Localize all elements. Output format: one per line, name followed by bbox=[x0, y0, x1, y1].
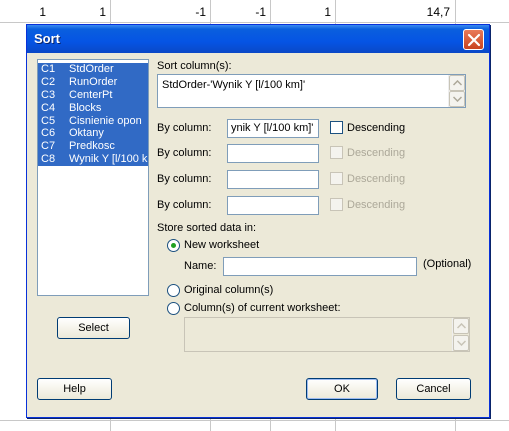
column-number: C6 bbox=[41, 127, 56, 140]
column-name: Oktany bbox=[69, 127, 104, 140]
column-list-item[interactable]: C1 StdOrder bbox=[38, 63, 148, 76]
new-worksheet-radio[interactable] bbox=[167, 239, 180, 252]
by-column-field-2[interactable] bbox=[227, 144, 319, 163]
radio-selected-dot bbox=[171, 243, 176, 248]
column-number: C4 bbox=[41, 101, 56, 114]
optional-label: (Optional) bbox=[423, 258, 472, 270]
column-name: RunOrder bbox=[69, 75, 118, 88]
column-number: C3 bbox=[41, 88, 56, 101]
by-column-label: By column: bbox=[157, 199, 212, 211]
cancel-button[interactable]: Cancel bbox=[396, 378, 471, 400]
descending-checkbox-4[interactable] bbox=[330, 198, 343, 211]
name-label: Name: bbox=[184, 260, 217, 272]
by-column-field-3[interactable] bbox=[227, 170, 319, 189]
descending-checkbox-3[interactable] bbox=[330, 172, 343, 185]
column-listbox[interactable]: C1 StdOrder C2 RunOrder C3 CenterPt C4 Block… bbox=[37, 59, 149, 296]
column-number: C5 bbox=[41, 114, 56, 127]
close-icon bbox=[467, 33, 481, 47]
column-list-item[interactable]: C2 RunOrder bbox=[38, 75, 148, 89]
current-worksheet-scrollbar[interactable] bbox=[452, 318, 469, 351]
grid-line bbox=[0, 420, 509, 421]
by-column-field-1[interactable]: ynik Y [l/100 km]' bbox=[227, 119, 319, 138]
sort-columns-label: Sort column(s): bbox=[157, 60, 232, 72]
by-column-label: By column: bbox=[157, 122, 212, 134]
close-button[interactable] bbox=[463, 29, 484, 50]
descending-checkbox-2[interactable] bbox=[330, 146, 343, 159]
grid-line bbox=[0, 22, 509, 23]
original-columns-label: Original column(s) bbox=[184, 284, 274, 296]
column-list-item[interactable]: C4 Blocks bbox=[38, 101, 148, 115]
current-worksheet-label: Column(s) of current worksheet: bbox=[184, 302, 341, 314]
sheet-cell[interactable]: 1 bbox=[60, 5, 106, 21]
sort-columns-field[interactable]: StdOrder-'Wynik Y [l/100 km]' bbox=[157, 74, 466, 108]
scroll-down-button[interactable] bbox=[449, 91, 465, 107]
scroll-down-button[interactable] bbox=[453, 335, 469, 351]
worksheet-name-field[interactable] bbox=[223, 257, 417, 276]
sort-dialog: Sort C1 StdOrder C2 RunOrder C3 CenterPt C4… bbox=[26, 24, 490, 418]
column-name: Wynik Y [l/100 km] bbox=[69, 153, 148, 166]
descending-checkbox-1[interactable] bbox=[330, 121, 343, 134]
descending-label-3: Descending bbox=[347, 173, 406, 185]
sheet-cell[interactable]: -1 bbox=[160, 5, 206, 21]
column-list-item[interactable]: C8 Wynik Y [l/100 km] bbox=[38, 153, 148, 167]
scroll-up-button[interactable] bbox=[453, 318, 469, 334]
column-list-item[interactable]: C3 CenterPt bbox=[38, 88, 148, 102]
dialog-title: Sort bbox=[34, 31, 60, 46]
original-columns-radio[interactable] bbox=[167, 284, 180, 297]
dialog-title-bar[interactable]: Sort bbox=[27, 25, 489, 53]
column-name: Blocks bbox=[69, 101, 102, 114]
sheet-cell[interactable]: 14,7 bbox=[400, 5, 450, 21]
column-name: Predkosc bbox=[69, 140, 115, 153]
column-list-item[interactable]: C5 Cisnienie opon bbox=[38, 114, 148, 128]
column-name: StdOrder bbox=[69, 63, 114, 75]
sheet-cell[interactable]: -1 bbox=[220, 5, 266, 21]
ok-button[interactable]: OK bbox=[306, 378, 378, 400]
current-worksheet-radio[interactable] bbox=[167, 302, 180, 315]
arrow-down-icon bbox=[453, 96, 462, 102]
column-number: C7 bbox=[41, 140, 56, 153]
descending-label-4: Descending bbox=[347, 199, 406, 211]
column-number: C8 bbox=[41, 153, 56, 166]
new-worksheet-label: New worksheet bbox=[184, 239, 260, 251]
column-name: CenterPt bbox=[69, 88, 113, 101]
column-list-item[interactable]: C7 Predkosc bbox=[38, 140, 148, 154]
by-column-field-4[interactable] bbox=[227, 196, 319, 215]
column-number: C1 bbox=[41, 63, 56, 75]
by-column-label: By column: bbox=[157, 173, 212, 185]
select-button[interactable]: Select bbox=[57, 317, 130, 339]
column-name: Cisnienie opon bbox=[69, 114, 142, 127]
help-button[interactable]: Help bbox=[37, 378, 112, 400]
column-number: C2 bbox=[41, 75, 56, 88]
sheet-cell[interactable]: 1 bbox=[285, 5, 331, 21]
descending-label-2: Descending bbox=[347, 147, 406, 159]
sort-columns-value: StdOrder-'Wynik Y [l/100 km]' bbox=[162, 79, 306, 91]
arrow-up-icon bbox=[457, 323, 466, 329]
by-column-label: By column: bbox=[157, 147, 212, 159]
sort-columns-scrollbar[interactable] bbox=[448, 75, 465, 107]
arrow-up-icon bbox=[453, 80, 462, 86]
current-worksheet-columns-field[interactable] bbox=[184, 317, 470, 352]
column-list-item[interactable]: C6 Oktany bbox=[38, 127, 148, 141]
scroll-up-button[interactable] bbox=[449, 75, 465, 91]
descending-label-1: Descending bbox=[347, 122, 406, 134]
sheet-cell[interactable]: 1 bbox=[10, 5, 46, 21]
store-sorted-label: Store sorted data in: bbox=[157, 222, 257, 234]
arrow-down-icon bbox=[457, 340, 466, 346]
